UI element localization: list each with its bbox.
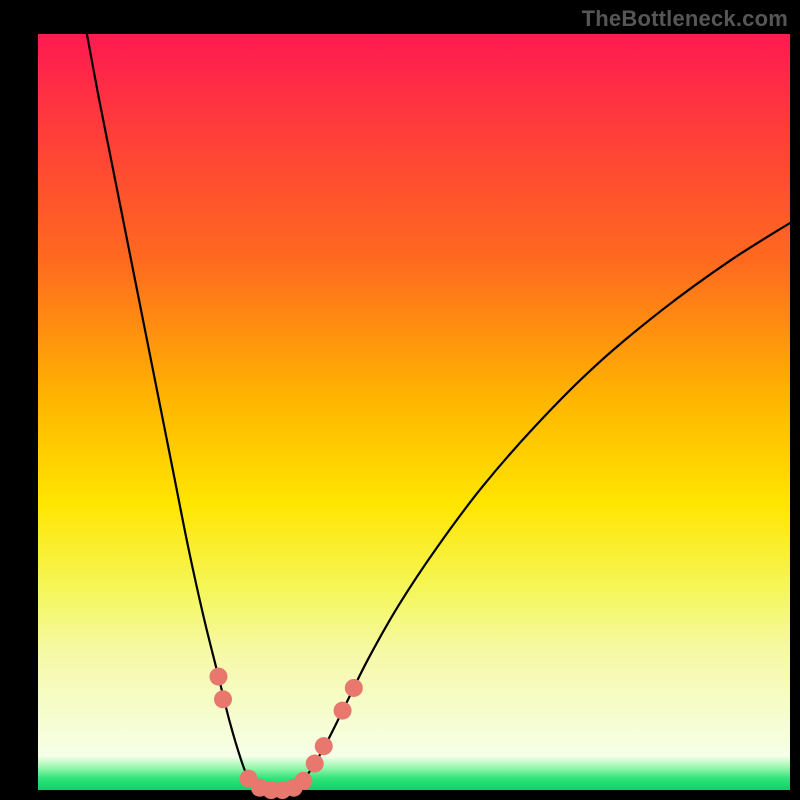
data-marker — [214, 690, 232, 708]
watermark-text: TheBottleneck.com — [582, 6, 788, 32]
data-marker — [209, 668, 227, 686]
chart-frame: TheBottleneck.com — [0, 0, 800, 800]
data-marker — [306, 755, 324, 773]
data-marker — [334, 702, 352, 720]
plot-background — [38, 34, 790, 790]
bottleneck-chart — [0, 0, 800, 800]
data-marker — [294, 772, 312, 790]
data-marker — [345, 679, 363, 697]
data-marker — [315, 737, 333, 755]
